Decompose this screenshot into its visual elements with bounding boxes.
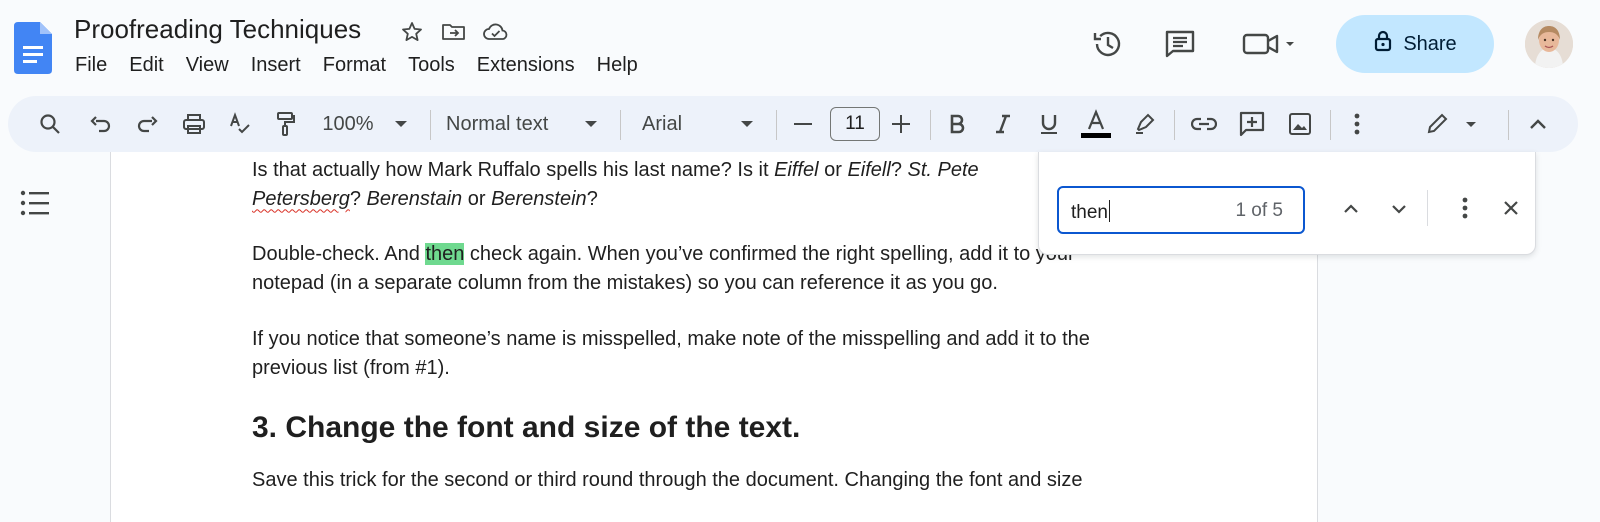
outline-icon[interactable] [20,190,50,216]
lock-icon [1373,29,1393,59]
menu-format[interactable]: Format [312,52,397,79]
edit-mode-icon[interactable] [1420,96,1486,152]
text-run: ? [349,187,367,210]
font-family-select[interactable]: Arial [642,96,722,152]
text-run: Eiffel [774,159,819,181]
chevron-down-icon[interactable] [734,96,760,152]
misspelled-word[interactable]: Petersberg [252,188,350,210]
toolbar: 100% Normal text Arial 11 [8,96,1578,152]
text-run: previous list (from #1). [252,356,450,379]
divider [1427,190,1428,226]
section-heading: 3. Change the font and size of the text. [252,411,801,444]
comments-icon[interactable] [1160,24,1200,64]
text-color-icon[interactable] [1076,96,1116,152]
menu-edit[interactable]: Edit [118,52,174,79]
match-count: 1 of 5 [1235,200,1283,221]
insert-image-icon[interactable] [1280,96,1320,152]
cloud-saved-icon[interactable] [482,18,510,46]
find-query: then [1071,200,1110,223]
text-run: St. Pete [907,159,979,181]
move-folder-icon[interactable] [440,18,468,46]
paragraph-style[interactable]: Normal text [446,96,566,152]
search-match-highlight: then [425,243,465,265]
search-icon[interactable] [30,96,70,152]
spellcheck-icon[interactable] [220,96,260,152]
bold-icon[interactable] [940,96,974,152]
font-size-input[interactable]: 11 [830,107,880,141]
previous-icon [1343,201,1359,219]
link-icon[interactable] [1184,96,1224,152]
star-icon[interactable] [398,18,426,46]
text-run: notepad (in a separate column from the m… [252,271,998,294]
paragraph: Is that actually how Mark Ruffalo spells… [252,156,1172,213]
menu-view[interactable]: View [175,52,240,79]
highlight-icon[interactable] [1128,96,1162,152]
menu-insert[interactable]: Insert [240,52,312,79]
paragraph: If you notice that someone’s name is mis… [252,325,1172,382]
paragraph: Double-check. And then check again. When… [252,240,1172,297]
text-run: Double-check. And [252,243,426,265]
text-run: Berenstain [366,187,463,210]
find-input[interactable]: then 1 of 5 [1057,186,1305,234]
increase-font-size-icon[interactable] [884,96,918,152]
menu-bar: File Edit View Insert Format Tools Exten… [64,52,649,79]
menu-extensions[interactable]: Extensions [466,52,586,79]
undo-icon[interactable] [80,96,120,152]
text-run: or [462,187,492,210]
share-label: Share [1403,32,1457,55]
next-match-button[interactable] [1379,190,1419,230]
text-run: ? [586,187,598,210]
close-find-button[interactable] [1491,190,1531,230]
redo-icon[interactable] [128,96,168,152]
chevron-down-icon[interactable] [578,96,604,152]
print-icon[interactable] [174,96,214,152]
paint-format-icon[interactable] [266,96,306,152]
more-icon [1462,197,1468,224]
more-icon[interactable] [1340,96,1374,152]
history-icon[interactable] [1088,24,1128,64]
meet-icon[interactable] [1240,24,1300,64]
text-run: If you notice that someone’s name is mis… [252,328,1090,350]
text-run: Eifell [847,159,891,181]
chevron-down-icon[interactable] [388,96,414,152]
docs-logo-icon[interactable] [14,22,52,74]
menu-file[interactable]: File [64,52,118,79]
text-run: check again. When you’ve confirmed the r… [464,243,1075,265]
next-icon [1391,201,1407,219]
collapse-icon[interactable] [1518,96,1558,152]
share-button[interactable]: Share [1336,15,1494,73]
zoom-value[interactable]: 100% [318,96,378,152]
text-run: Berenstein [491,187,587,210]
paragraph: Save this trick for the second or third … [252,466,1172,495]
previous-match-button[interactable] [1331,190,1371,230]
italic-icon[interactable] [986,96,1020,152]
document-title[interactable]: Proofreading Techniques [74,14,361,45]
avatar[interactable] [1525,20,1573,68]
find-options-button[interactable] [1445,190,1485,230]
close-icon [1503,200,1519,221]
add-comment-icon[interactable] [1232,96,1272,152]
text-run: Save this trick for the second or third … [252,469,1083,491]
text-run: or [818,159,848,181]
decrease-font-size-icon[interactable] [786,96,820,152]
find-panel: then 1 of 5 [1038,152,1536,255]
text-run: Is that actually how Mark Ruffalo spells… [252,159,775,181]
underline-icon[interactable] [1032,96,1066,152]
menu-tools[interactable]: Tools [397,52,466,79]
menu-help[interactable]: Help [586,52,649,79]
text-run: ? [890,159,908,181]
